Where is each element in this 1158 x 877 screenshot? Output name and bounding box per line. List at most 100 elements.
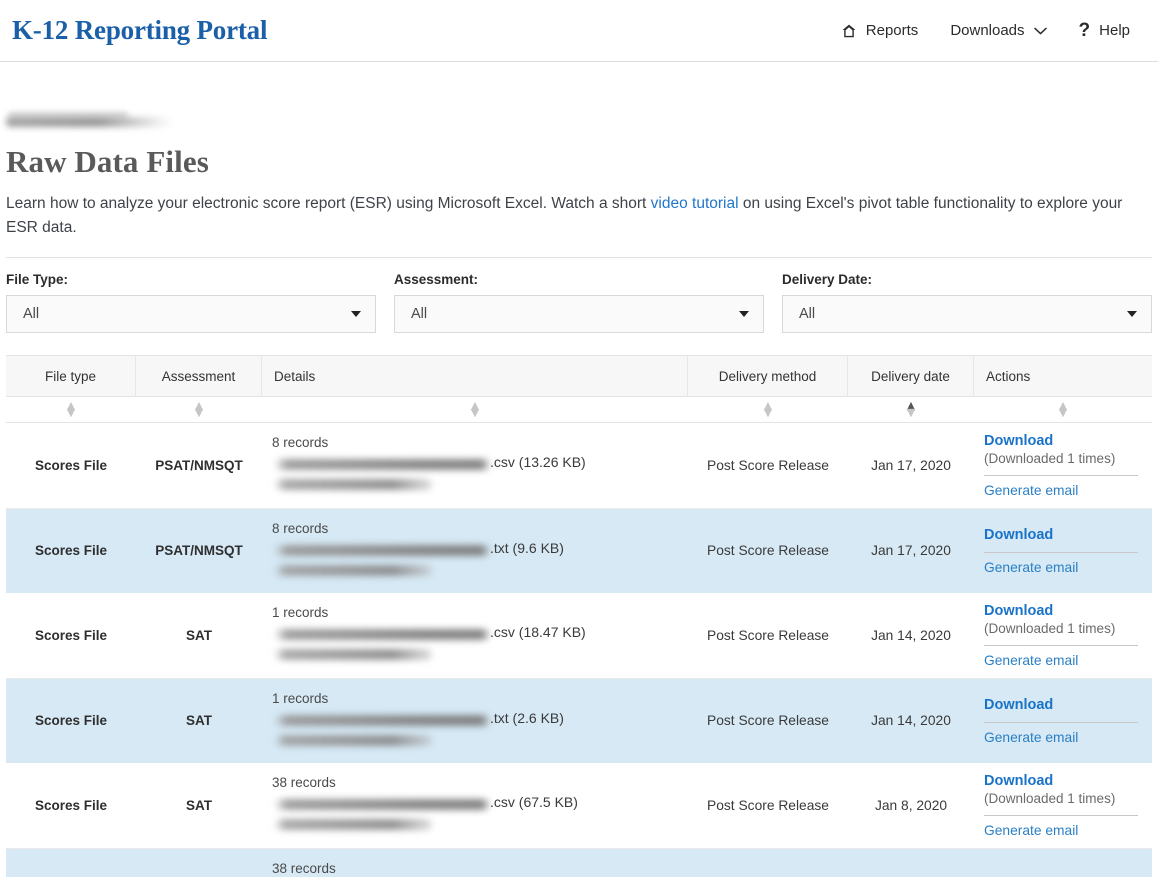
cell-delivery-date: Jan 14, 2020 <box>871 628 951 644</box>
file-extension-size: .csv (67.5 KB) <box>490 794 578 811</box>
sort-control-actions[interactable]: ▲ ▼ <box>974 397 1152 423</box>
cell-file-type: Scores File <box>34 458 108 474</box>
cell-delivery-method: Post Score Release <box>707 628 829 644</box>
column-header-delivery-date[interactable]: Delivery date <box>848 355 974 397</box>
app-brand-title: K-12 Reporting Portal <box>12 15 268 45</box>
cell-assessment: SAT <box>186 713 212 729</box>
filter-delivery-date: Delivery Date: All <box>782 272 1152 334</box>
nav-item-reports-label: Reports <box>865 22 919 39</box>
sort-arrows-icon-active[interactable]: ▲ ▼ <box>907 400 915 418</box>
filename-redacted: .csv (67.5 KB) <box>272 794 676 836</box>
cell-details: 1 records .txt (2.6 KB) <box>262 679 688 762</box>
filename-blur-line-1 <box>274 629 490 641</box>
table-row: 38 records Download <box>6 849 1152 877</box>
generate-email-link[interactable]: Generate email <box>984 483 1138 498</box>
table-row: Scores File SAT 1 records .txt (2.6 KB) … <box>6 679 1152 764</box>
download-link[interactable]: Download <box>984 697 1138 713</box>
cell-file-type <box>6 849 136 877</box>
top-navigation-bar: K-12 Reporting Portal Reports Downloads … <box>0 0 1158 62</box>
cell-details: 8 records .txt (9.6 KB) <box>262 509 688 592</box>
filename-redacted: .txt (9.6 KB) <box>272 540 676 582</box>
table-row: Scores File SAT 38 records .csv (67.5 KB… <box>6 763 1152 850</box>
cell-details: 1 records .csv (18.47 KB) <box>262 593 688 678</box>
column-header-actions[interactable]: Actions <box>974 356 1152 397</box>
column-header-assessment[interactable]: Assessment <box>136 355 262 397</box>
filename-blur-line-2 <box>274 649 432 661</box>
generate-email-link[interactable]: Generate email <box>984 653 1138 668</box>
cell-details: 38 records .csv (67.5 KB) <box>262 763 688 848</box>
actions-separator <box>984 475 1138 477</box>
sort-arrows-icon[interactable]: ▲ ▼ <box>195 400 203 418</box>
filter-assessment-select[interactable]: All <box>394 295 764 334</box>
download-link[interactable]: Download <box>984 433 1138 449</box>
filename-redacted: .csv (18.47 KB) <box>272 624 676 666</box>
video-tutorial-link[interactable]: video tutorial <box>651 195 739 212</box>
chevron-down-icon <box>1033 27 1047 35</box>
nav-item-help[interactable]: ? Help <box>1063 21 1146 40</box>
filter-file-type-value: All <box>23 306 40 323</box>
cell-actions: Download <box>974 849 1152 877</box>
column-header-delivery-method[interactable]: Delivery method <box>688 355 848 397</box>
cell-assessment: PSAT/NMSQT <box>155 458 243 474</box>
sort-arrows-icon[interactable]: ▲ ▼ <box>764 400 772 418</box>
page-description-part1: Learn how to analyze your electronic sco… <box>6 195 651 212</box>
download-count-text: (Downloaded 1 times) <box>984 791 1116 807</box>
home-icon <box>841 23 857 39</box>
nav-item-downloads[interactable]: Downloads <box>934 22 1062 39</box>
file-extension-size: .txt (2.6 KB) <box>490 710 564 727</box>
sort-arrows-icon[interactable]: ▲ ▼ <box>1059 400 1067 418</box>
download-link[interactable]: Download <box>984 773 1138 789</box>
nav-links: Reports Downloads ? Help <box>825 21 1146 40</box>
filter-file-type-select[interactable]: All <box>6 295 376 334</box>
cell-file-type: Scores File <box>34 798 108 814</box>
filter-file-type: File Type: All <box>6 272 376 334</box>
file-extension-size: .csv (13.26 KB) <box>490 454 586 471</box>
dropdown-caret-icon <box>739 311 749 318</box>
generate-email-link[interactable]: Generate email <box>984 560 1138 575</box>
filter-assessment: Assessment: All <box>394 272 764 334</box>
sort-control-assessment[interactable]: ▲ ▼ <box>136 397 262 423</box>
cell-delivery-method <box>688 849 848 877</box>
filename-blur-line-1 <box>274 799 490 811</box>
cell-details: 8 records .csv (13.26 KB) <box>262 423 688 508</box>
filter-assessment-label: Assessment: <box>394 272 479 288</box>
filename-blur-line-1 <box>274 459 490 471</box>
nav-item-help-label: Help <box>1099 22 1130 39</box>
filename-blur-line-2 <box>274 479 432 491</box>
cell-delivery-date <box>848 849 974 877</box>
filter-assessment-value: All <box>411 306 428 323</box>
sort-control-details[interactable]: ▲ ▼ <box>262 397 688 423</box>
sort-control-delivery-date[interactable]: ▲ ▼ <box>848 397 974 423</box>
actions-separator <box>984 815 1138 817</box>
column-header-details[interactable]: Details <box>262 355 688 397</box>
cell-delivery-method: Post Score Release <box>707 798 829 814</box>
nav-item-reports[interactable]: Reports <box>825 22 935 39</box>
record-count: 1 records <box>272 605 329 621</box>
filename-redacted: .csv (13.26 KB) <box>272 454 676 496</box>
filter-file-type-label: File Type: <box>6 272 69 288</box>
column-header-file-type[interactable]: File type <box>6 355 136 397</box>
dropdown-caret-icon <box>351 311 361 318</box>
page-body: Raw Data Files Learn how to analyze your… <box>0 110 1158 877</box>
sort-arrows-icon[interactable]: ▲ ▼ <box>67 400 75 418</box>
breadcrumb-blur-main <box>6 117 174 127</box>
download-link[interactable]: Download <box>984 527 1138 543</box>
record-count: 38 records <box>272 775 336 791</box>
filter-delivery-date-select[interactable]: All <box>782 295 1152 334</box>
cell-delivery-date: Jan 14, 2020 <box>871 713 951 729</box>
dropdown-caret-icon <box>1127 311 1137 318</box>
sort-control-file-type[interactable]: ▲ ▼ <box>6 397 136 423</box>
sort-control-delivery-method[interactable]: ▲ ▼ <box>688 397 848 423</box>
generate-email-link[interactable]: Generate email <box>984 823 1138 838</box>
generate-email-link[interactable]: Generate email <box>984 730 1138 745</box>
cell-actions: Download (Downloaded 1 times) Generate e… <box>974 763 1152 848</box>
download-link[interactable]: Download <box>984 603 1138 619</box>
download-count-text: (Downloaded 1 times) <box>984 451 1116 467</box>
filter-delivery-date-label: Delivery Date: <box>782 272 873 288</box>
actions-separator <box>984 721 1138 723</box>
record-count: 8 records <box>272 521 329 537</box>
sort-arrows-icon[interactable]: ▲ ▼ <box>471 400 479 418</box>
breadcrumb-redacted <box>6 110 178 138</box>
cell-assessment <box>136 849 262 877</box>
cell-actions: Download Generate email <box>974 509 1152 592</box>
